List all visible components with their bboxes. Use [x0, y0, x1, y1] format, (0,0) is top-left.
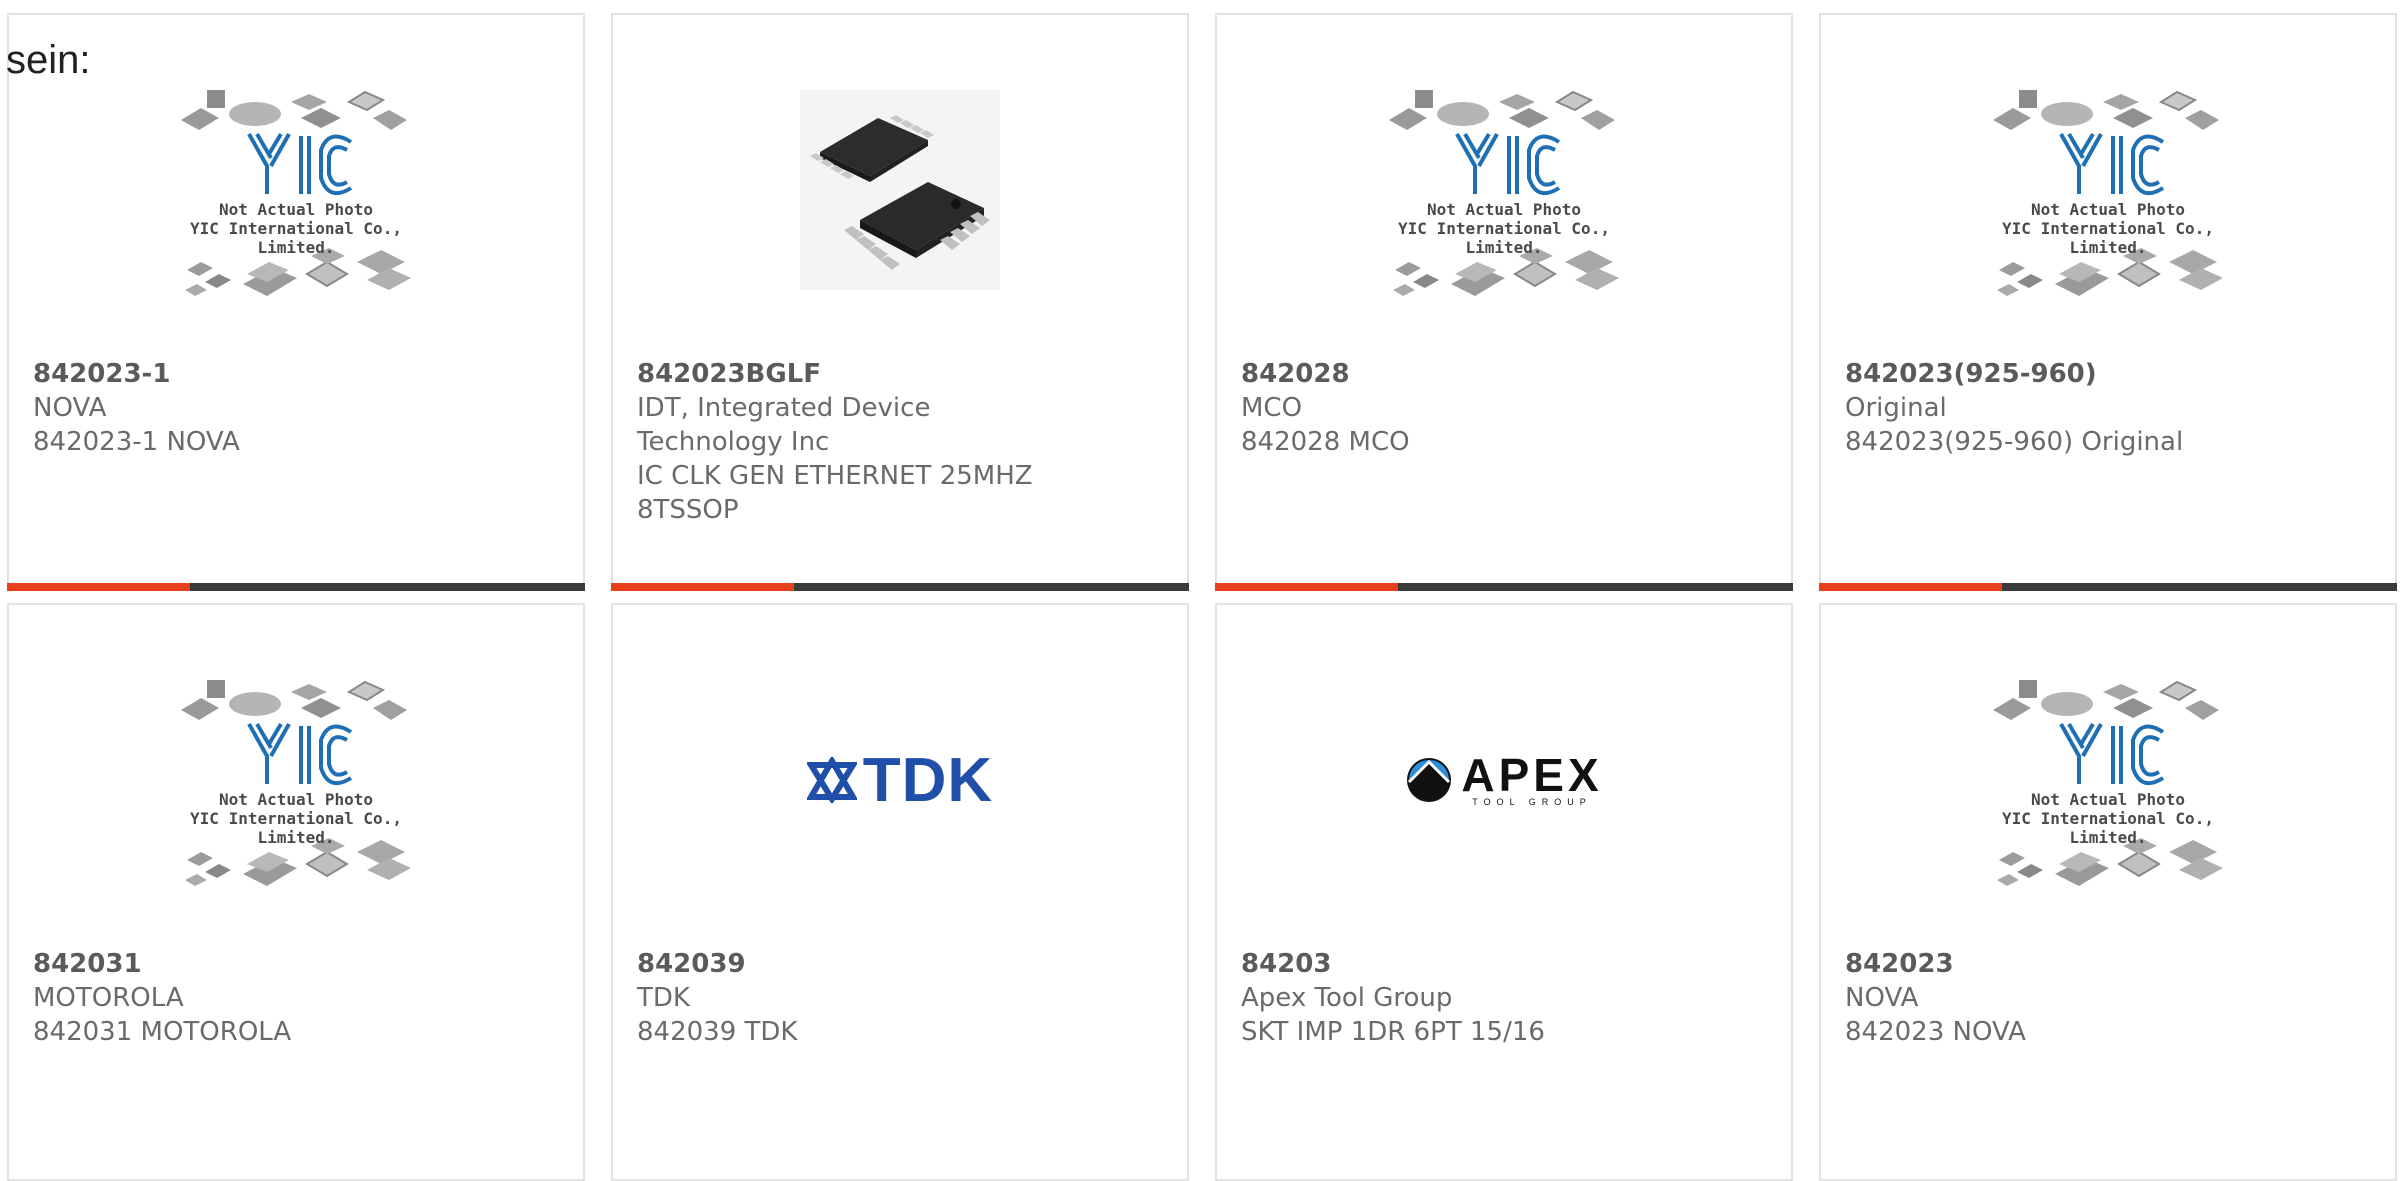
- placeholder-caption-line2: YIC International Co., Limited.: [2002, 219, 2214, 257]
- card-bar: [7, 583, 585, 591]
- product-card[interactable]: Not Actual Photo YIC International Co., …: [7, 603, 585, 1181]
- product-info: 842028 MCO 842028 MCO: [1241, 357, 1771, 459]
- product-info: 842023(925-960) Original 842023(925-960)…: [1845, 357, 2375, 459]
- product-image-area: Not Actual Photo YIC International Co., …: [1217, 15, 1791, 365]
- manufacturer: Apex Tool Group: [1241, 983, 1453, 1013]
- placeholder-image: Not Actual Photo YIC International Co., …: [1973, 70, 2243, 310]
- product-info: 842023 NOVA 842023 NOVA: [1845, 947, 2375, 1049]
- product-image-area: Not Actual Photo YIC International Co., …: [1821, 605, 2395, 955]
- product-image-area: Not Actual Photo YIC International Co., …: [9, 605, 583, 955]
- description: 842031 MOTOROLA: [33, 1017, 292, 1047]
- card-bar-accent: [611, 583, 794, 591]
- placeholder-caption-line2: YIC International Co., Limited.: [2002, 809, 2214, 847]
- part-number[interactable]: 84203: [1241, 947, 1771, 981]
- product-image-area: TDK: [613, 605, 1187, 955]
- part-number[interactable]: 842023-1: [33, 357, 563, 391]
- product-info: 842031 MOTOROLA 842031 MOTOROLA: [33, 947, 563, 1049]
- product-card[interactable]: 842023BGLF IDT, Integrated Device Techno…: [611, 13, 1189, 591]
- apex-emblem-icon: [1407, 758, 1452, 802]
- description: 842023(925-960) Original: [1845, 427, 2184, 457]
- card-bar: [611, 583, 1189, 591]
- part-number[interactable]: 842039: [637, 947, 1167, 981]
- card-bar-accent: [1215, 583, 1398, 591]
- card-bar-accent: [7, 583, 190, 591]
- manufacturer: NOVA: [33, 393, 107, 423]
- apex-logo: APEX TOOL GROUP: [1405, 749, 1603, 807]
- manufacturer: MCO: [1241, 393, 1303, 423]
- placeholder-caption-line1: Not Actual Photo: [2030, 790, 2186, 809]
- placeholder-caption-line2: YIC International Co., Limited.: [190, 809, 402, 847]
- manufacturer: MOTOROLA: [33, 983, 184, 1013]
- product-card[interactable]: Not Actual Photo YIC International Co., …: [1819, 603, 2397, 1181]
- placeholder-caption-line2: YIC International Co., Limited.: [190, 219, 402, 257]
- product-card[interactable]: TDK 842039 TDK 842039 TDK: [611, 603, 1189, 1181]
- product-card[interactable]: Not Actual Photo YIC International Co., …: [1215, 13, 1793, 591]
- tdk-emblem-icon: [806, 757, 857, 803]
- tdk-logo: TDK: [806, 745, 994, 816]
- description-line1: IC CLK GEN ETHERNET 25MHZ: [637, 461, 1033, 491]
- placeholder-image: Not Actual Photo YIC International Co., …: [1369, 70, 1639, 310]
- manufacturer-line2: Technology Inc: [637, 427, 830, 457]
- product-card[interactable]: Not Actual Photo YIC International Co., …: [1819, 13, 2397, 591]
- manufacturer-line1: IDT, Integrated Device: [637, 393, 931, 423]
- description: 842028 MCO: [1241, 427, 1410, 457]
- placeholder-image: Not Actual Photo YIC International Co., …: [161, 660, 431, 900]
- apex-logo-text: APEX: [1461, 749, 1603, 801]
- chip-photo-image: [800, 90, 1000, 290]
- apex-logo-subtext: TOOL GROUP: [1472, 797, 1592, 807]
- placeholder-caption-line2: YIC International Co., Limited.: [1398, 219, 1610, 257]
- placeholder-caption-line1: Not Actual Photo: [218, 790, 374, 809]
- product-image-area: Not Actual Photo YIC International Co., …: [1821, 15, 2395, 365]
- placeholder-caption-line1: Not Actual Photo: [2030, 200, 2186, 219]
- description: SKT IMP 1DR 6PT 15/16: [1241, 1017, 1545, 1047]
- placeholder-caption-line1: Not Actual Photo: [1426, 200, 1582, 219]
- product-image-area: Not Actual Photo YIC International Co., …: [9, 15, 583, 365]
- product-info: 842023BGLF IDT, Integrated Device Techno…: [637, 357, 1167, 527]
- product-info: 842039 TDK 842039 TDK: [637, 947, 1167, 1049]
- product-info: 842023-1 NOVA 842023-1 NOVA: [33, 357, 563, 459]
- part-number[interactable]: 842023BGLF: [637, 357, 1167, 391]
- product-image-area: APEX TOOL GROUP: [1217, 605, 1791, 955]
- card-bar: [1215, 583, 1793, 591]
- tdk-logo-text: TDK: [862, 745, 994, 815]
- lead-text: sein:: [6, 38, 91, 82]
- product-card[interactable]: Not Actual Photo YIC International Co., …: [7, 13, 585, 591]
- part-number[interactable]: 842023(925-960): [1845, 357, 2375, 391]
- product-image-area: [613, 15, 1187, 365]
- placeholder-caption-line1: Not Actual Photo: [218, 200, 374, 219]
- description: 842039 TDK: [637, 1017, 798, 1047]
- manufacturer: NOVA: [1845, 983, 1919, 1013]
- manufacturer: TDK: [637, 983, 690, 1013]
- part-number[interactable]: 842023: [1845, 947, 2375, 981]
- part-number[interactable]: 842031: [33, 947, 563, 981]
- description: 842023 NOVA: [1845, 1017, 2026, 1047]
- part-number[interactable]: 842028: [1241, 357, 1771, 391]
- product-info: 84203 Apex Tool Group SKT IMP 1DR 6PT 15…: [1241, 947, 1771, 1049]
- manufacturer: Original: [1845, 393, 1947, 423]
- description-line2: 8TSSOP: [637, 495, 739, 525]
- placeholder-image: Not Actual Photo YIC International Co., …: [1973, 660, 2243, 900]
- card-bar-accent: [1819, 583, 2002, 591]
- description: 842023-1 NOVA: [33, 427, 240, 457]
- placeholder-image: Not Actual Photo YIC International Co., …: [161, 70, 431, 310]
- card-bar: [1819, 583, 2397, 591]
- product-card[interactable]: APEX TOOL GROUP 84203 Apex Tool Group SK…: [1215, 603, 1793, 1181]
